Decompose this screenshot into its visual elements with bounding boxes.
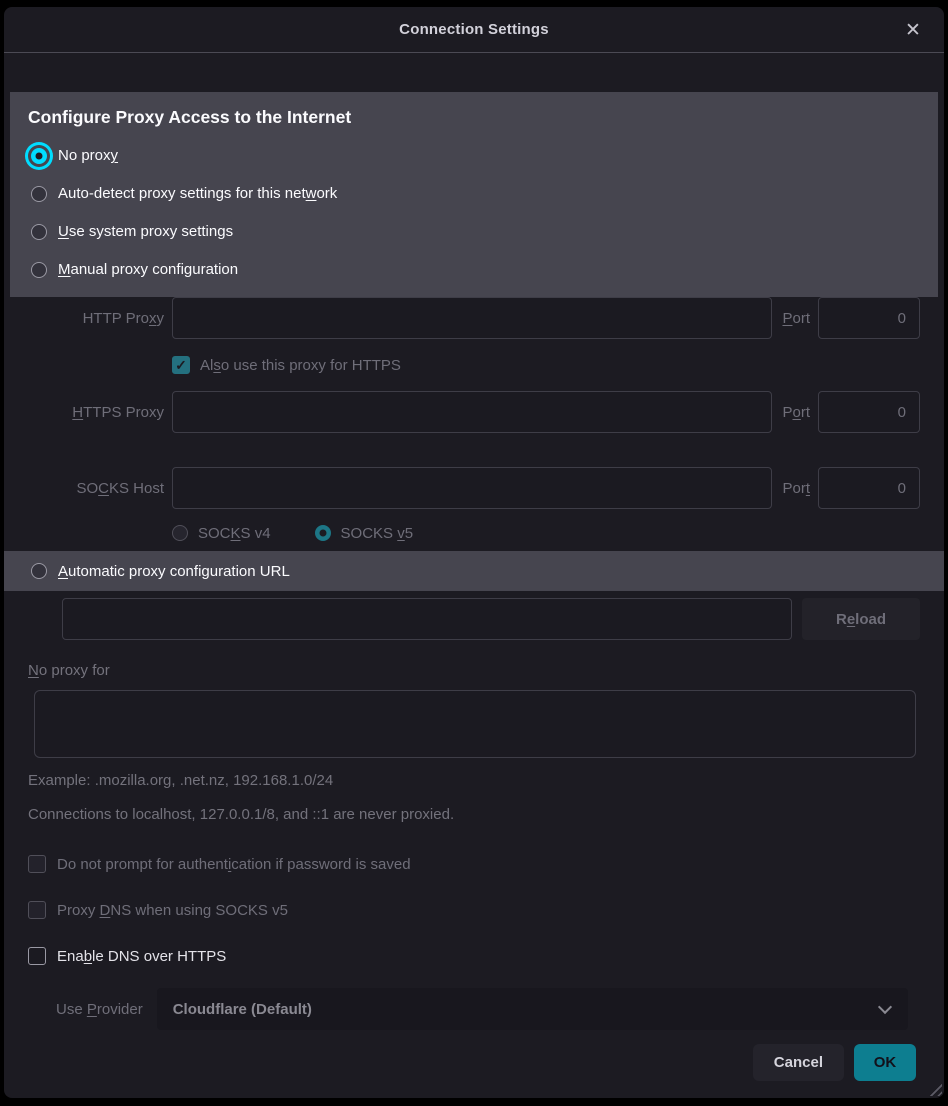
socks-v4-label: SOCKS v4 xyxy=(198,525,271,542)
no-prompt-auth-checkbox-icon xyxy=(28,855,46,873)
http-port-input[interactable] xyxy=(818,297,920,339)
close-icon: ✕ xyxy=(905,19,921,42)
checkbox-enable-doh[interactable]: Enable DNS over HTTPS xyxy=(28,946,920,966)
also-https-checkbox-icon: ✓ xyxy=(172,356,190,374)
dialog-body: Configure Proxy Access to the Internet N… xyxy=(4,53,944,1098)
radio-label-no-proxy: No proxy xyxy=(58,147,118,164)
radio-icon-auto-detect xyxy=(31,186,47,202)
socks-host-row: SOCKS Host Port xyxy=(4,467,944,509)
enable-doh-label: Enable DNS over HTTPS xyxy=(57,948,226,965)
dialog-titlebar: Connection Settings ✕ xyxy=(4,7,944,53)
http-proxy-row: HTTP Proxy Port xyxy=(4,297,944,339)
socks-version-row: SOCKS v4 SOCKS v5 xyxy=(172,523,920,543)
proxy-dns-label: Proxy DNS when using SOCKS v5 xyxy=(57,902,288,919)
https-proxy-label: HTTPS Proxy xyxy=(28,404,164,421)
group-heading: Configure Proxy Access to the Internet xyxy=(28,107,920,128)
cancel-button[interactable]: Cancel xyxy=(753,1044,844,1081)
radio-label-manual: Manual proxy configuration xyxy=(58,261,238,278)
socks-v5-label: SOCKS v5 xyxy=(341,525,414,542)
no-proxy-example-text: Example: .mozilla.org, .net.nz, 192.168.… xyxy=(28,772,920,792)
proxy-dns-checkbox-icon xyxy=(28,901,46,919)
radio-use-system[interactable]: Use system proxy settings xyxy=(28,219,920,244)
radio-automatic-url[interactable]: Automatic proxy configuration URL xyxy=(4,551,944,591)
socks-port-input[interactable] xyxy=(818,467,920,509)
also-https-checkbox-row[interactable]: ✓ Also use this proxy for HTTPS xyxy=(172,355,920,375)
close-button[interactable]: ✕ xyxy=(898,15,928,45)
radio-icon-socks-v4[interactable] xyxy=(172,525,188,541)
http-port-label: Port xyxy=(782,310,810,327)
https-port-input[interactable] xyxy=(818,391,920,433)
dialog-footer: Cancel OK xyxy=(32,1044,916,1081)
https-proxy-input[interactable] xyxy=(172,391,772,433)
proxy-mode-group: Configure Proxy Access to the Internet N… xyxy=(10,92,938,297)
http-proxy-label: HTTP Proxy xyxy=(28,310,164,327)
http-proxy-input[interactable] xyxy=(172,297,772,339)
reload-button[interactable]: Reload xyxy=(802,598,920,640)
provider-selected-value: Cloudflare (Default) xyxy=(173,1001,312,1018)
localhost-note-text: Connections to localhost, 127.0.0.1/8, a… xyxy=(28,806,920,826)
connection-settings-dialog: Connection Settings ✕ Configure Proxy Ac… xyxy=(4,7,944,1098)
https-port-label: Port xyxy=(782,404,810,421)
provider-select[interactable]: Cloudflare (Default) xyxy=(157,988,908,1030)
autoconfig-url-input[interactable] xyxy=(62,598,792,640)
also-https-label: Also use this proxy for HTTPS xyxy=(200,357,401,374)
ok-button[interactable]: OK xyxy=(854,1044,916,1081)
radio-icon-socks-v5[interactable] xyxy=(315,525,331,541)
radio-label-use-system: Use system proxy settings xyxy=(58,223,233,240)
radio-icon-no-proxy xyxy=(31,148,47,164)
dialog-title: Connection Settings xyxy=(399,21,549,38)
radio-auto-detect[interactable]: Auto-detect proxy settings for this netw… xyxy=(28,181,920,206)
use-provider-label: Use Provider xyxy=(56,1001,143,1018)
check-icon: ✓ xyxy=(175,358,187,372)
no-prompt-auth-label: Do not prompt for authentication if pass… xyxy=(57,856,411,873)
socks-host-label: SOCKS Host xyxy=(28,480,164,497)
enable-doh-checkbox-icon xyxy=(28,947,46,965)
radio-icon-manual xyxy=(31,262,47,278)
no-proxy-for-textarea[interactable] xyxy=(34,690,916,758)
radio-label-auto-detect: Auto-detect proxy settings for this netw… xyxy=(58,185,337,202)
autoconfig-url-row: Reload xyxy=(62,598,920,640)
socks-host-input[interactable] xyxy=(172,467,772,509)
socks-port-label: Port xyxy=(782,480,810,497)
radio-icon-use-system xyxy=(31,224,47,240)
no-proxy-for-label: No proxy for xyxy=(28,662,920,682)
radio-no-proxy[interactable]: No proxy xyxy=(28,143,920,168)
radio-icon-automatic-url xyxy=(31,563,47,579)
doh-provider-row: Use Provider Cloudflare (Default) xyxy=(56,988,908,1030)
https-proxy-row: HTTPS Proxy Port xyxy=(4,391,944,433)
radio-manual[interactable]: Manual proxy configuration xyxy=(28,257,920,282)
checkbox-no-prompt-auth[interactable]: Do not prompt for authentication if pass… xyxy=(28,854,920,874)
automatic-url-label: Automatic proxy configuration URL xyxy=(58,563,290,580)
checkbox-proxy-dns[interactable]: Proxy DNS when using SOCKS v5 xyxy=(28,900,920,920)
chevron-down-icon xyxy=(880,1002,890,1012)
